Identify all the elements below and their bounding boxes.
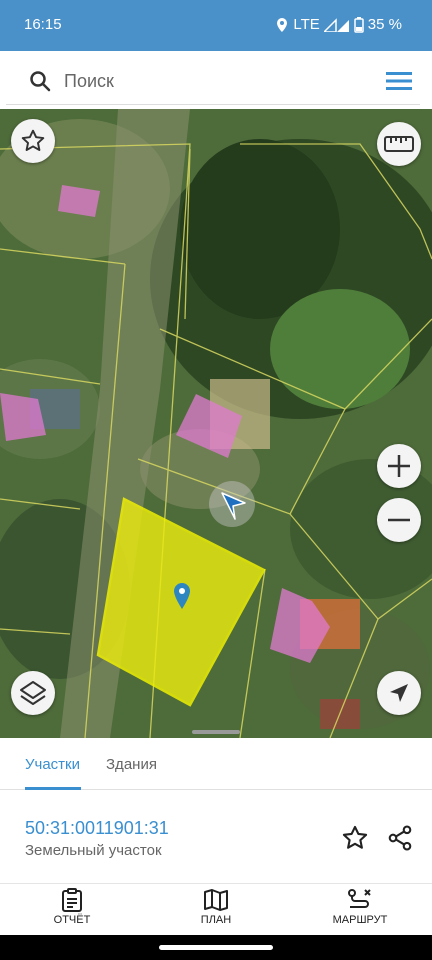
parcel-type: Земельный участок bbox=[25, 842, 162, 859]
star-icon[interactable] bbox=[341, 824, 369, 852]
user-location-indicator bbox=[209, 481, 255, 527]
nav-route[interactable]: МАРШРУТ bbox=[310, 888, 410, 926]
nav-report-label: ОТЧЁТ bbox=[53, 914, 91, 926]
search-placeholder: Поиск bbox=[64, 71, 114, 91]
share-icon[interactable] bbox=[386, 824, 414, 852]
location-arrow-icon bbox=[390, 684, 408, 702]
status-icons: LTE 35 % bbox=[275, 16, 402, 33]
ruler-button[interactable] bbox=[377, 122, 421, 166]
battery-label: 35 % bbox=[367, 16, 402, 33]
layers-icon bbox=[20, 681, 46, 705]
tab-buildings[interactable]: Здания bbox=[106, 756, 157, 773]
zoom-out-button[interactable] bbox=[377, 498, 421, 542]
satellite-map bbox=[0, 109, 432, 738]
cadastral-number[interactable]: 50:31:0011901:31 bbox=[25, 818, 169, 839]
plus-icon bbox=[388, 455, 410, 477]
minus-icon bbox=[388, 518, 410, 522]
ruler-icon bbox=[384, 136, 414, 152]
clipboard-icon bbox=[62, 888, 82, 912]
signal-icon bbox=[323, 17, 349, 32]
map-view[interactable] bbox=[0, 109, 432, 738]
nav-plan[interactable]: ПЛАН bbox=[166, 888, 266, 926]
battery-icon bbox=[354, 16, 364, 33]
status-time: 16:15 bbox=[24, 16, 62, 33]
parcel-pin-icon[interactable] bbox=[173, 582, 191, 610]
tab-parcels[interactable]: Участки bbox=[25, 756, 80, 773]
layers-button[interactable] bbox=[11, 671, 55, 715]
star-icon bbox=[21, 129, 45, 151]
map-icon bbox=[204, 889, 228, 911]
location-icon bbox=[277, 17, 288, 32]
sheet-drag-handle[interactable] bbox=[192, 730, 240, 734]
info-tabs: Участки Здания bbox=[0, 738, 432, 790]
parcel-info-sheet: Участки Здания 50:31:0011901:31 Земельны… bbox=[0, 730, 432, 883]
search-icon[interactable] bbox=[28, 69, 52, 93]
favorites-button[interactable] bbox=[11, 119, 55, 163]
tab-active-indicator bbox=[25, 787, 81, 790]
my-location-button[interactable] bbox=[377, 671, 421, 715]
system-navigation-bar bbox=[0, 935, 432, 960]
search-input[interactable]: Поиск bbox=[6, 57, 420, 105]
home-gesture-pill[interactable] bbox=[159, 945, 273, 950]
hamburger-menu-icon[interactable] bbox=[386, 71, 412, 91]
search-bar: Поиск bbox=[0, 51, 432, 109]
nav-plan-label: ПЛАН bbox=[200, 914, 232, 926]
network-label: LTE bbox=[293, 16, 320, 33]
status-bar: 16:15 LTE 35 % bbox=[0, 0, 432, 51]
bottom-navigation: ОТЧЁТ ПЛАН МАРШРУТ bbox=[0, 883, 432, 935]
route-icon bbox=[348, 889, 371, 908]
nav-report[interactable]: ОТЧЁТ bbox=[22, 888, 122, 926]
nav-route-label: МАРШРУТ bbox=[332, 914, 388, 926]
navigation-arrow-icon bbox=[221, 492, 246, 520]
zoom-in-button[interactable] bbox=[377, 444, 421, 488]
